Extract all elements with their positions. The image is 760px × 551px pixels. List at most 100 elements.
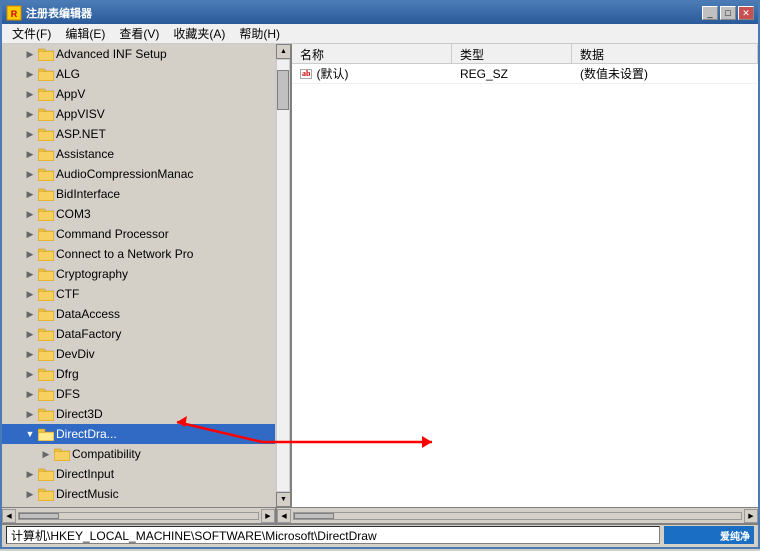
- folder-icon-open: [38, 426, 54, 442]
- scroll-track[interactable]: [276, 59, 290, 492]
- menu-favorites[interactable]: 收藏夹(A): [167, 24, 231, 43]
- tree-label-directinput: DirectInput: [56, 467, 275, 481]
- col-header-name[interactable]: 名称: [292, 44, 452, 63]
- expander-icon: ▶: [22, 166, 38, 182]
- table-content: ab (默认) REG_SZ (数值未设置): [292, 64, 758, 507]
- tree-hscrollbar: ◀ ▶: [2, 508, 277, 523]
- tree-item-advanced-inf-setup[interactable]: ▶ Advanced INF Setup: [2, 44, 275, 64]
- cell-type: REG_SZ: [452, 67, 572, 81]
- tree-item-cryptography[interactable]: ▶ Cryptography: [2, 264, 275, 284]
- tree-label-dataaccess: DataAccess: [56, 307, 275, 321]
- folder-icon: [38, 406, 54, 422]
- tree-item-connect-network[interactable]: ▶ Connect to a Network Pro: [2, 244, 275, 264]
- menu-edit[interactable]: 编辑(E): [59, 24, 111, 43]
- tree-item-directmusic[interactable]: ▶ DirectMusic: [2, 484, 275, 504]
- tree-item-ctf[interactable]: ▶ CTF: [2, 284, 275, 304]
- col-header-type[interactable]: 类型: [452, 44, 572, 63]
- menu-help[interactable]: 帮助(H): [233, 24, 286, 43]
- status-path: 计算机\HKEY_LOCAL_MACHINE\SOFTWARE\Microsof…: [6, 526, 660, 544]
- expander-icon: ▶: [22, 466, 38, 482]
- tree-item-aspnet[interactable]: ▶ ASP.NET: [2, 124, 275, 144]
- folder-icon: [38, 226, 54, 242]
- row-name-label: (默认): [316, 65, 348, 82]
- scroll-right-button-2[interactable]: ▶: [744, 509, 758, 523]
- maximize-button[interactable]: □: [720, 6, 736, 20]
- tree-item-com3[interactable]: ▶ COM3: [2, 204, 275, 224]
- tree-item-command-processor[interactable]: ▶ Command Processor: [2, 224, 275, 244]
- content-hscroll-thumb[interactable]: [294, 513, 334, 519]
- expander-icon: ▶: [22, 186, 38, 202]
- expander-icon: ▶: [22, 246, 38, 262]
- tree-label-assistance: Assistance: [56, 147, 275, 161]
- scroll-left-button-2[interactable]: ◀: [277, 509, 291, 523]
- folder-icon: [38, 66, 54, 82]
- tree-label-dfs: DFS: [56, 387, 275, 401]
- tree-hscroll-thumb[interactable]: [19, 513, 59, 519]
- expander-icon: ▶: [38, 446, 54, 462]
- tree-item-appv[interactable]: ▶ AppV: [2, 84, 275, 104]
- tree-hscroll-track[interactable]: [18, 512, 259, 520]
- main-split: ▶ Advanced INF Setup ▶ ALG ▶: [2, 44, 758, 507]
- tree-label-cryptography: Cryptography: [56, 267, 275, 281]
- tree-item-audiocompression[interactable]: ▶ AudioCompressionManac: [2, 164, 275, 184]
- tree-item-direct3d[interactable]: ▶ Direct3D: [2, 404, 275, 424]
- table-header: 名称 类型 数据: [292, 44, 758, 64]
- expander-icon: ▶: [22, 346, 38, 362]
- tree-item-dfrg[interactable]: ▶ Dfrg: [2, 364, 275, 384]
- window-title: 注册表编辑器: [26, 5, 92, 21]
- folder-icon: [38, 206, 54, 222]
- menu-view[interactable]: 查看(V): [113, 24, 165, 43]
- expander-icon: ▼: [22, 426, 38, 442]
- tree-label-datafactory: DataFactory: [56, 327, 275, 341]
- tree-item-dfs[interactable]: ▶ DFS: [2, 384, 275, 404]
- tree-item-datafactory[interactable]: ▶ DataFactory: [2, 324, 275, 344]
- expander-icon: ▶: [22, 206, 38, 222]
- folder-icon: [38, 146, 54, 162]
- content-hscroll-track[interactable]: [293, 512, 742, 520]
- tree-label-dfrg: Dfrg: [56, 367, 275, 381]
- tree-item-alg[interactable]: ▶ ALG: [2, 64, 275, 84]
- menu-file[interactable]: 文件(F): [6, 24, 57, 43]
- tree-label-devdiv: DevDiv: [56, 347, 275, 361]
- minimize-button[interactable]: _: [702, 6, 718, 20]
- folder-icon: [38, 186, 54, 202]
- svg-text:R: R: [11, 9, 18, 19]
- app-icon: R: [6, 5, 22, 21]
- tree-label-ctf: CTF: [56, 287, 275, 301]
- tree-item-directinput[interactable]: ▶ DirectInput: [2, 464, 275, 484]
- content-hscrollbar: ◀ ▶: [277, 508, 758, 523]
- tree-panel: ▶ Advanced INF Setup ▶ ALG ▶: [2, 44, 292, 507]
- tree-label-compatibility: Compatibility: [72, 447, 275, 461]
- tree-label-command-processor: Command Processor: [56, 227, 275, 241]
- tree-item-assistance[interactable]: ▶ Assistance: [2, 144, 275, 164]
- scroll-left-button[interactable]: ◀: [2, 509, 16, 523]
- tree-item-compatibility[interactable]: ▶ Compatibility: [2, 444, 275, 464]
- expander-icon: ▶: [22, 306, 38, 322]
- tree-item-bidinterface[interactable]: ▶ BidInterface: [2, 184, 275, 204]
- expander-icon: ▶: [22, 326, 38, 342]
- scroll-right-button[interactable]: ▶: [261, 509, 275, 523]
- tree-item-appvisv[interactable]: ▶ AppVISV: [2, 104, 275, 124]
- tree-label-alg: ALG: [56, 67, 275, 81]
- expander-icon: ▶: [22, 146, 38, 162]
- expander-icon: ▶: [22, 386, 38, 402]
- expander-icon: ▶: [22, 406, 38, 422]
- folder-icon: [38, 126, 54, 142]
- tree-label-appv: AppV: [56, 87, 275, 101]
- scroll-up-button[interactable]: ▲: [276, 44, 291, 59]
- folder-icon: [38, 306, 54, 322]
- folder-icon: [54, 446, 70, 462]
- tree-items-area: ▶ Advanced INF Setup ▶ ALG ▶: [2, 44, 275, 507]
- tree-item-directdraw[interactable]: ▼ DirectDra...: [2, 424, 275, 444]
- expander-icon: ▶: [22, 486, 38, 502]
- folder-icon: [38, 46, 54, 62]
- tree-item-dataaccess[interactable]: ▶ DataAccess: [2, 304, 275, 324]
- col-header-data[interactable]: 数据: [572, 44, 758, 63]
- tree-label-audiocompression: AudioCompressionManac: [56, 167, 275, 181]
- scroll-down-button[interactable]: ▼: [276, 492, 291, 507]
- scroll-thumb[interactable]: [277, 70, 289, 110]
- tree-item-devdiv[interactable]: ▶ DevDiv: [2, 344, 275, 364]
- expander-icon: ▶: [22, 266, 38, 282]
- table-row[interactable]: ab (默认) REG_SZ (数值未设置): [292, 64, 758, 84]
- close-button[interactable]: ✕: [738, 6, 754, 20]
